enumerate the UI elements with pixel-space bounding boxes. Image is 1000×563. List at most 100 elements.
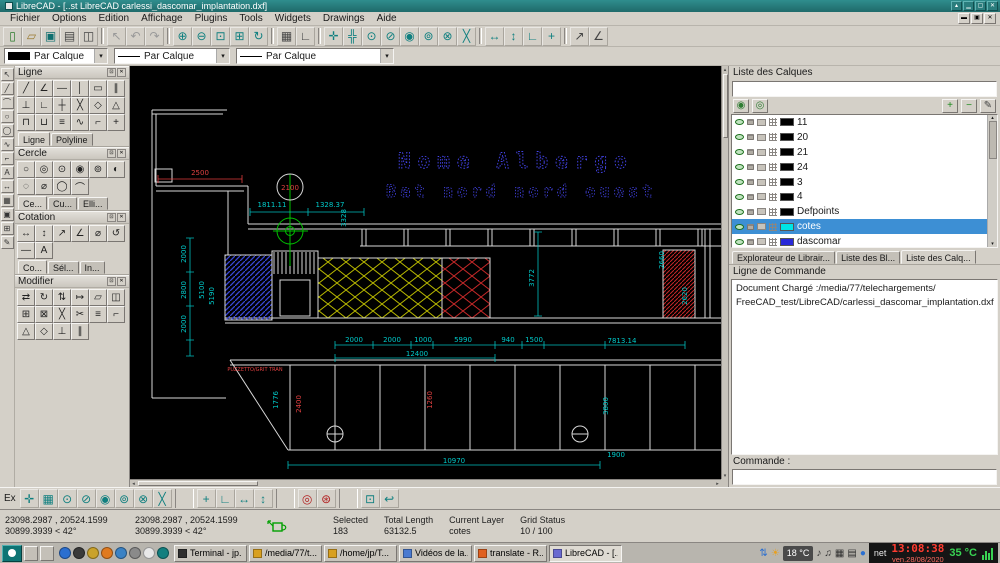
redo-icon[interactable]: ↷ <box>145 27 164 46</box>
taskbar-task-button[interactable]: Terminal - jp. <box>174 545 247 562</box>
add-layer-icon[interactable]: + <box>942 99 958 113</box>
dim-leader-icon[interactable]: A <box>35 242 53 259</box>
spline-tool-icon[interactable]: ∿ <box>1 138 14 151</box>
restrict-orthogonal-icon[interactable]: ∟ <box>523 27 542 46</box>
arc-tool-icon[interactable]: ⌒ <box>1 96 14 109</box>
show-desktop-button[interactable] <box>24 546 38 561</box>
layer-lock-icon[interactable] <box>747 164 754 170</box>
menu-item[interactable]: Tools <box>233 12 268 25</box>
layer-visible-icon[interactable] <box>735 119 744 125</box>
save-icon[interactable]: ▣ <box>41 27 60 46</box>
measure-distance-icon[interactable]: ↗ <box>570 27 589 46</box>
close-window-icon[interactable]: ✕ <box>987 1 998 11</box>
layer-print-icon[interactable] <box>757 238 766 245</box>
dim-baseline-icon[interactable]: — <box>17 242 35 259</box>
restrict-nothing-icon[interactable]: + <box>542 27 561 46</box>
line-cross-icon[interactable]: ┼ <box>53 97 71 114</box>
snap-endpoint-icon[interactable]: ⊙ <box>362 27 381 46</box>
layer-color-combo[interactable]: Par Calque ▾ <box>4 48 108 64</box>
line-two-points-icon[interactable]: ╱ <box>17 80 35 97</box>
snap-intersection-icon[interactable]: ╳ <box>153 489 172 508</box>
dim-vertical-icon[interactable]: ↕ <box>35 225 53 242</box>
line-tool-icon[interactable]: ╱ <box>1 82 14 95</box>
line-orthogonal-icon[interactable]: ∟ <box>35 97 53 114</box>
layer-print-icon[interactable] <box>757 223 766 230</box>
mdi-close-icon[interactable]: ✕ <box>984 13 996 24</box>
dim-aligned-icon[interactable]: ↔ <box>17 225 35 242</box>
restrict-vertical-icon[interactable]: ↕ <box>254 489 273 508</box>
layer-scroll-thumb[interactable] <box>989 121 997 159</box>
dim-diametric-icon[interactable]: ⌀ <box>89 225 107 242</box>
files-launcher-icon[interactable] <box>87 547 99 559</box>
layer-list-scrollbar[interactable]: ▴ ▾ <box>987 115 997 247</box>
layer-row[interactable]: 11 <box>732 115 987 130</box>
modify-properties-icon[interactable]: ≡ <box>89 306 107 323</box>
layer-visible-icon[interactable] <box>735 179 744 185</box>
tab[interactable]: Ligne <box>18 132 50 146</box>
layer-construction-icon[interactable] <box>769 178 777 186</box>
layer-row[interactable]: 20 <box>732 130 987 145</box>
previous-view-icon[interactable]: ↩ <box>380 489 399 508</box>
snap-grid-icon[interactable]: ▦ <box>39 489 58 508</box>
measure-angle-icon[interactable]: ∠ <box>589 27 608 46</box>
menu-item[interactable]: Fichier <box>4 12 46 25</box>
workspace-switcher[interactable] <box>40 546 54 561</box>
dock-tab[interactable]: Liste des Bl... <box>836 251 900 264</box>
titlebar[interactable]: LibreCAD - [..st LibreCAD carlessi_dasco… <box>0 0 1000 12</box>
line-angle-icon[interactable]: ∠ <box>35 80 53 97</box>
maximize-window-icon[interactable]: ▢ <box>975 1 986 11</box>
help-launcher-icon[interactable] <box>157 547 169 559</box>
edit-tool-icon[interactable]: ✎ <box>1 236 14 249</box>
settings-launcher-icon[interactable] <box>129 547 141 559</box>
layer-visible-icon[interactable] <box>735 164 744 170</box>
circle-arc-icon[interactable]: ⌒ <box>71 178 89 195</box>
layer-visible-icon[interactable] <box>735 194 744 200</box>
ellipse-tool-icon[interactable]: ◯ <box>1 124 14 137</box>
hide-all-layers-icon[interactable]: ◎ <box>752 99 768 113</box>
layer-print-icon[interactable] <box>757 149 766 156</box>
line-horizontal-icon[interactable]: — <box>53 80 71 97</box>
text-tool-icon[interactable]: A <box>1 166 14 179</box>
circle-tangent-icon[interactable]: ◐ <box>107 161 125 178</box>
line-plus-icon[interactable]: + <box>107 114 125 131</box>
layer-print-icon[interactable] <box>757 193 766 200</box>
restrict-orthogonal-icon[interactable]: ∟ <box>216 489 235 508</box>
layer-visible-icon[interactable] <box>735 134 744 140</box>
modify-align-icon[interactable]: ⊥ <box>53 323 71 340</box>
modify-scale-icon[interactable]: △ <box>17 323 35 340</box>
layer-construction-icon[interactable] <box>769 208 777 216</box>
menu-item[interactable]: Edition <box>92 12 135 25</box>
snap-intersection-icon[interactable]: ╳ <box>457 27 476 46</box>
vertical-scroll-thumb[interactable] <box>723 74 728 138</box>
line-width-combo[interactable]: Par Calque ▾ <box>114 48 230 64</box>
updates-tray-icon[interactable]: ● <box>860 544 866 563</box>
open-file-icon[interactable]: ▱ <box>22 27 41 46</box>
select-arrow-icon[interactable]: ↖ <box>1 68 14 81</box>
print-icon[interactable]: ▤ <box>60 27 79 46</box>
layer-print-icon[interactable] <box>757 164 766 171</box>
drawing-canvas[interactable]: Nome Albergo Bat nord nord ouest 2500 21… <box>130 66 721 479</box>
snap-free-icon[interactable]: ✛ <box>20 489 39 508</box>
zoom-out-icon[interactable]: ⊖ <box>192 27 211 46</box>
line-parallel-icon[interactable]: ∥ <box>107 80 125 97</box>
layer-construction-icon[interactable] <box>769 223 777 231</box>
modify-delete-icon[interactable]: ⊠ <box>35 306 53 323</box>
line-multiple-icon[interactable]: ≡ <box>53 114 71 131</box>
pointer-icon[interactable]: ↖ <box>107 27 126 46</box>
layer-lock-icon[interactable] <box>747 149 754 155</box>
horizontal-scrollbar[interactable]: ◂ ▸ <box>130 479 721 487</box>
taskbar-task-button[interactable]: translate - R... <box>474 545 547 562</box>
layer-row[interactable]: dascomar <box>732 234 987 248</box>
block-tool-icon[interactable]: ⊞ <box>1 222 14 235</box>
taskbar-task-button[interactable]: /home/jp/T... <box>324 545 397 562</box>
panel-undock-icon[interactable]: ⊡ <box>107 277 116 286</box>
layer-row[interactable]: 21 <box>732 145 987 160</box>
show-all-layers-icon[interactable]: ◉ <box>733 99 749 113</box>
mdi-minimize-icon[interactable]: ▬ <box>958 13 970 24</box>
line-rectangle-icon[interactable]: ▭ <box>89 80 107 97</box>
line-tangent1-icon[interactable]: ⊓ <box>17 114 35 131</box>
restrict-horizontal-icon[interactable]: ↔ <box>235 489 254 508</box>
line-freehand-icon[interactable]: ∿ <box>71 114 89 131</box>
line-style-combo[interactable]: Par Calque ▾ <box>236 48 394 64</box>
line-polygon2-icon[interactable]: △ <box>107 97 125 114</box>
